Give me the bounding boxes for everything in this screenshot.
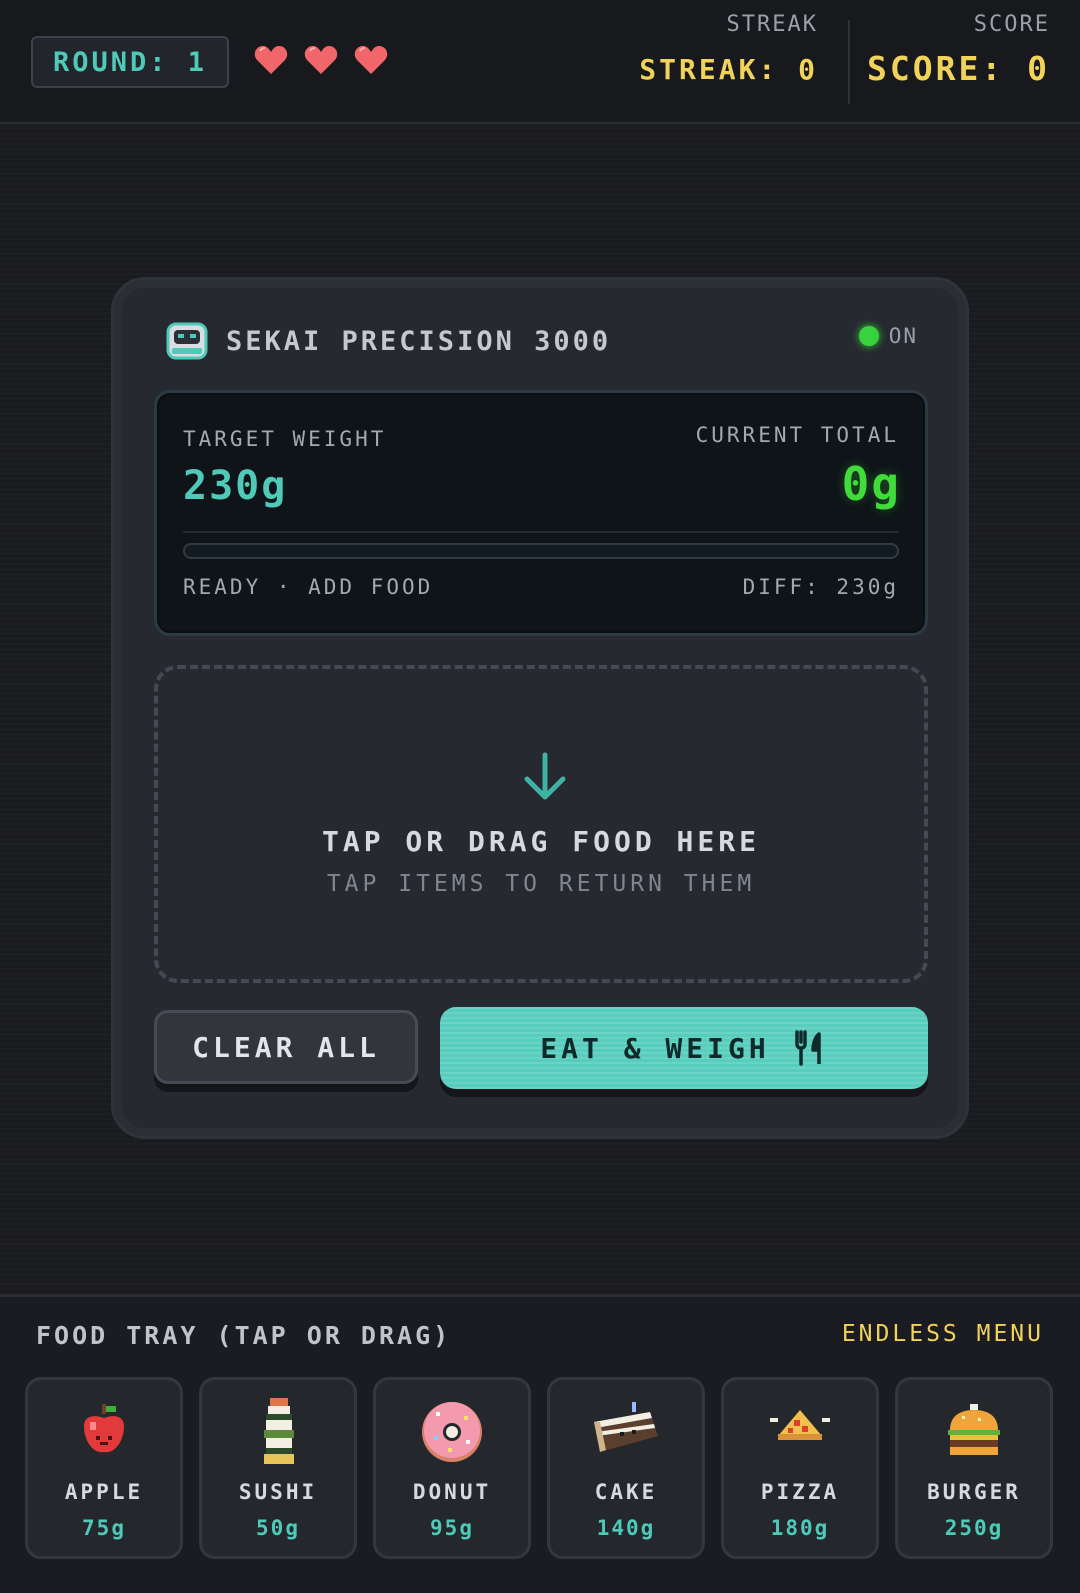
score-stat: SCORE SCORE: 0 bbox=[867, 12, 1050, 88]
food-name: BURGER bbox=[927, 1480, 1021, 1504]
food-name: CAKE bbox=[594, 1480, 658, 1504]
round-badge: ROUND: 1 bbox=[31, 36, 229, 88]
pizza-icon bbox=[770, 1410, 830, 1440]
food-weight: 50g bbox=[256, 1516, 300, 1540]
streak-value: STREAK: 0 bbox=[639, 53, 818, 86]
power-label: ON bbox=[888, 324, 918, 348]
robot-logo-icon bbox=[166, 322, 208, 360]
food-weight: 180g bbox=[770, 1516, 830, 1540]
target-weight-value: 230g bbox=[183, 463, 288, 509]
food-weight: 140g bbox=[596, 1516, 656, 1540]
clear-all-button[interactable]: CLEAR ALL bbox=[154, 1010, 418, 1084]
heart-icon bbox=[304, 46, 338, 74]
score-value: SCORE: 0 bbox=[867, 49, 1050, 88]
power-led-icon bbox=[858, 326, 879, 346]
food-weight: 250g bbox=[944, 1516, 1004, 1540]
food-name: APPLE bbox=[64, 1480, 144, 1504]
food-item-pizza[interactable]: PIZZA 180g bbox=[721, 1377, 879, 1559]
lives bbox=[254, 44, 388, 76]
food-name: PIZZA bbox=[760, 1480, 840, 1504]
weight-progress-bar bbox=[183, 543, 899, 559]
food-tray-title: FOOD TRAY (TAP OR DRAG) bbox=[36, 1321, 452, 1350]
eat-and-weigh-button[interactable]: EAT & WEIGH bbox=[440, 1007, 928, 1089]
header-divider bbox=[848, 20, 850, 104]
top-bar: ROUND: 1 STREAK STREAK: 0 SCORE SCORE: 0 bbox=[0, 0, 1080, 124]
drop-zone-subtitle: TAP ITEMS TO RETURN THEM bbox=[326, 871, 756, 897]
current-total-label: CURRENT TOTAL bbox=[695, 423, 899, 447]
machine-title: SEKAI PRECISION 3000 bbox=[226, 325, 612, 357]
food-weight: 75g bbox=[82, 1516, 126, 1540]
apple-icon bbox=[84, 1404, 124, 1453]
status-text: READY · ADD FOOD bbox=[183, 575, 434, 599]
food-item-donut[interactable]: DONUT 95g bbox=[373, 1377, 531, 1559]
food-item-cake[interactable]: CAKE 140g bbox=[547, 1377, 705, 1559]
utensils-icon bbox=[794, 1030, 821, 1066]
arrow-down-icon bbox=[524, 752, 566, 800]
food-item-apple[interactable]: APPLE 75g bbox=[25, 1377, 183, 1559]
food-name: SUSHI bbox=[238, 1480, 318, 1504]
menu-mode-label: ENDLESS MENU bbox=[841, 1321, 1044, 1347]
power-indicator: ON bbox=[858, 324, 918, 348]
food-list: APPLE 75g SUSHI 50g DONUT 95g CAKE 140g … bbox=[25, 1377, 1053, 1559]
current-total-value: 0g bbox=[841, 457, 901, 511]
food-weight: 95g bbox=[430, 1516, 474, 1540]
burger-icon bbox=[948, 1404, 1000, 1455]
food-item-sushi[interactable]: SUSHI 50g bbox=[199, 1377, 357, 1559]
target-weight-label: TARGET WEIGHT bbox=[183, 427, 387, 451]
food-tray: FOOD TRAY (TAP OR DRAG) ENDLESS MENU APP… bbox=[0, 1294, 1080, 1593]
cake-icon bbox=[594, 1402, 658, 1452]
food-item-burger[interactable]: BURGER 250g bbox=[895, 1377, 1053, 1559]
weight-display: TARGET WEIGHT 230g CURRENT TOTAL 0g READ… bbox=[154, 390, 928, 636]
sushi-icon bbox=[264, 1398, 294, 1464]
heart-icon bbox=[254, 46, 288, 74]
eat-and-weigh-label: EAT & WEIGH bbox=[540, 1031, 770, 1065]
donut-icon bbox=[422, 1402, 482, 1462]
streak-caption: STREAK bbox=[726, 12, 818, 37]
food-drop-zone[interactable]: TAP OR DRAG FOOD HERE TAP ITEMS TO RETUR… bbox=[154, 665, 928, 983]
machine-header: SEKAI PRECISION 3000 bbox=[166, 320, 611, 362]
streak-stat: STREAK STREAK: 0 bbox=[639, 12, 818, 86]
display-divider bbox=[183, 531, 899, 533]
score-caption: SCORE bbox=[973, 12, 1050, 37]
drop-zone-title: TAP OR DRAG FOOD HERE bbox=[321, 825, 760, 858]
scale-machine: SEKAI PRECISION 3000 ON TARGET WEIGHT 23… bbox=[111, 277, 969, 1139]
diff-text: DIFF: 230g bbox=[742, 575, 899, 599]
food-name: DONUT bbox=[412, 1480, 492, 1504]
heart-icon bbox=[354, 46, 388, 74]
